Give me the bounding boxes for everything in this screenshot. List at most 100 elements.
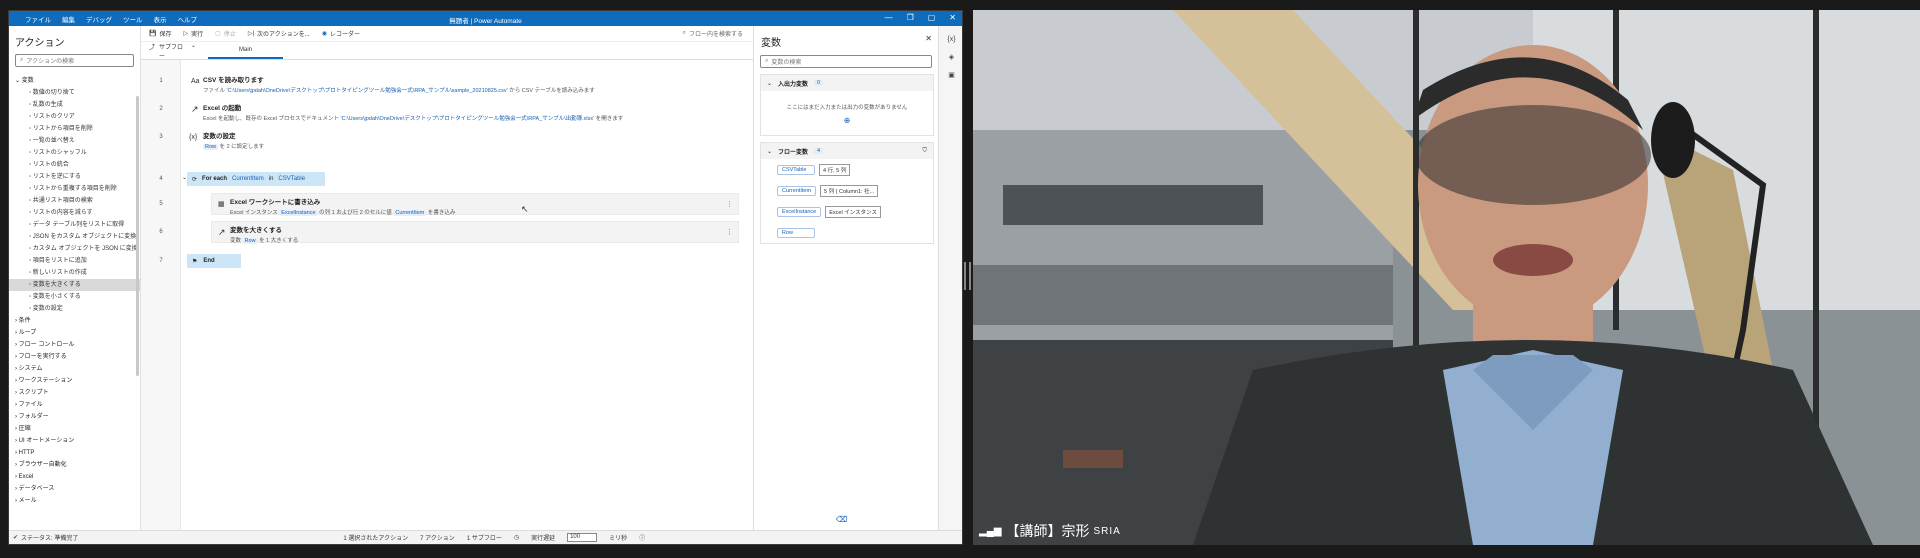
layers-icon[interactable]: ◈	[939, 53, 962, 61]
run-button[interactable]: ▷ 実行	[184, 29, 204, 38]
action-category[interactable]: › 圧縮	[9, 423, 140, 435]
actions-title: アクション	[15, 38, 65, 49]
stop-button[interactable]: ▢ 停止	[215, 29, 236, 38]
action-item[interactable]: 変数の設定	[9, 303, 140, 315]
action-category[interactable]: › Excel	[9, 471, 140, 483]
video-feed: ▂▄▆ 【講師】宗形 SRIA	[973, 10, 1920, 545]
variable-value: Excel インスタンス	[825, 205, 882, 218]
flow-variable-row[interactable]: Row	[761, 222, 933, 243]
eraser-icon[interactable]: ⌫	[836, 515, 847, 524]
action-end[interactable]: ⚑ End	[187, 254, 241, 268]
action-item[interactable]: リストのクリア	[9, 111, 140, 123]
category-label: ワークステーション	[18, 378, 73, 384]
menu-help[interactable]: ヘルプ	[178, 14, 198, 24]
action-category[interactable]: › ワークステーション	[9, 375, 140, 387]
io-variables-header[interactable]: ⌄ 入出力変数 0	[761, 75, 933, 91]
image-icon[interactable]: ▣	[939, 71, 962, 79]
actions-scrollbar[interactable]	[136, 96, 139, 376]
action-item[interactable]: リストの内容を減らす	[9, 207, 140, 219]
menu-edit[interactable]: 編集	[62, 14, 75, 24]
close-icon[interactable]: ✕	[949, 13, 956, 22]
io-empty-message: ここにはまだ入力または出力の変数がありません	[786, 105, 908, 111]
action-category[interactable]: › フォルダー	[9, 411, 140, 423]
chevron-down-icon: ⌄	[190, 42, 196, 49]
flow-variable-row[interactable]: CSVTable 4 行, 5 列	[761, 159, 933, 180]
action-category[interactable]: › データベース	[9, 483, 140, 495]
close-panel-icon[interactable]: ✕	[925, 34, 932, 43]
action-item[interactable]: 変数を大きくする	[9, 279, 140, 291]
maximize-icon[interactable]: ▢	[928, 13, 936, 22]
action-category[interactable]: › ループ	[9, 327, 140, 339]
menu-view[interactable]: 表示	[154, 14, 167, 24]
action-item[interactable]: JSON をカスタム オブジェクトに変換	[9, 231, 140, 243]
add-variable-icon[interactable]: ⊕	[761, 116, 933, 125]
category-variables[interactable]: ⌄ 変数	[9, 75, 140, 87]
action-launch-excel[interactable]: Excel の起動 Excel を起動し、既存の Excel プロセスでドキュメ…	[203, 102, 623, 122]
menu-tools[interactable]: ツール	[123, 14, 143, 24]
variables-panel: 変数 ✕ ⌕ 変数の検索 ⌄ 入出力変数 0 ここにはまだ入力または出力の変数が…	[753, 26, 938, 530]
variable-name[interactable]: Row	[777, 227, 815, 238]
action-category[interactable]: › フローを実行する	[9, 351, 140, 363]
flow-variables-header[interactable]: ⌄ フロー変数 4 ⛉	[761, 143, 933, 159]
action-category[interactable]: › フロー コントロール	[9, 339, 140, 351]
action-category[interactable]: › ブラウザー自動化	[9, 459, 140, 471]
pane-splitter[interactable]	[964, 262, 971, 290]
action-item[interactable]: 数値の切り捨て	[9, 87, 140, 99]
delay-input[interactable]: 100	[567, 533, 598, 542]
action-item[interactable]: リストの統合	[9, 159, 140, 171]
action-set-variable[interactable]: 変数の設定 Row を 2 に設定します	[203, 130, 264, 150]
recorder-button[interactable]: ◉ レコーダー	[322, 29, 360, 38]
action-category[interactable]: › UI オートメーション	[9, 435, 140, 447]
action-for-each[interactable]: ⟳ For each CurrentItem in CSVTable	[187, 172, 325, 186]
action-write-excel[interactable]: ▦ Excel ワークシートに書き込み Excel インスタンス ExcelIn…	[211, 193, 739, 216]
flow-search-input[interactable]: ⌕ フロー内を検索する	[683, 29, 743, 38]
action-category[interactable]: › スクリプト	[9, 387, 140, 399]
action-category[interactable]: › システム	[9, 363, 140, 375]
status-text: ステータス: 準備完了	[21, 536, 79, 542]
action-item[interactable]: 変数を小さくする	[9, 291, 140, 303]
save-button[interactable]: 💾 保存	[149, 29, 172, 38]
next-action-button[interactable]: ▷| 次のアクションを...	[248, 29, 310, 38]
category-label: HTTP	[18, 450, 35, 456]
more-options-icon[interactable]: ⋮	[726, 228, 733, 236]
actions-panel: アクション ⌕ アクションの検索 ⌄ 変数 数値の切り捨て乱数の生成リストのクリ…	[9, 26, 141, 530]
delay-label: 実行遅延	[531, 536, 556, 542]
variables-toggle-icon[interactable]: {x}	[939, 36, 962, 43]
variable-name[interactable]: ExcelInstance	[777, 206, 822, 217]
menu-file[interactable]: ファイル	[25, 14, 51, 24]
flow-variable-row[interactable]: ExcelInstance Excel インスタンス	[761, 201, 933, 222]
action-category[interactable]: › メール	[9, 495, 140, 507]
variable-name[interactable]: CurrentItem	[777, 185, 817, 196]
filter-icon[interactable]: ⛉	[922, 148, 927, 155]
stop-icon: ▢	[215, 31, 221, 37]
action-item[interactable]: データ テーブル列をリストに取得	[9, 219, 140, 231]
tab-main[interactable]: Main	[208, 43, 283, 59]
variables-search-input[interactable]: ⌕ 変数の検索	[760, 55, 932, 68]
actions-search-input[interactable]: ⌕ アクションの検索	[15, 54, 134, 67]
action-item[interactable]: リストのシャッフル	[9, 147, 140, 159]
action-item[interactable]: リストから項目を削除	[9, 123, 140, 135]
minimize-icon[interactable]: —	[885, 13, 893, 22]
subflow-dropdown[interactable]: ⤴ サブフロー ⌄	[141, 42, 196, 60]
action-increase-variable[interactable]: ↗ 変数を大きくする 変数 Row を 1 大きくする ⋮	[211, 221, 739, 244]
action-item[interactable]: 項目をリストに追加	[9, 255, 140, 267]
info-icon[interactable]: ⓘ	[639, 533, 645, 542]
category-label: 条件	[18, 318, 31, 324]
flow-variable-row[interactable]: CurrentItem 5 列 { Column1: 社...	[761, 180, 933, 201]
action-category[interactable]: › 条件	[9, 315, 140, 327]
action-category[interactable]: › HTTP	[9, 447, 140, 459]
action-read-csv[interactable]: CSV を読み取ります ファイル 'C:\Users\jpdah\OneDriv…	[203, 74, 595, 94]
action-item[interactable]: リストから重複する項目を削除	[9, 183, 140, 195]
action-item[interactable]: カスタム オブジェクトを JSON に変換	[9, 243, 140, 255]
variable-name[interactable]: CSVTable	[777, 164, 815, 175]
category-label: フロー コントロール	[18, 342, 75, 348]
action-category[interactable]: › ファイル	[9, 399, 140, 411]
action-item[interactable]: リストを逆にする	[9, 171, 140, 183]
more-options-icon[interactable]: ⋮	[726, 200, 733, 208]
action-item[interactable]: 一覧の並べ替え	[9, 135, 140, 147]
action-item[interactable]: 乱数の生成	[9, 99, 140, 111]
menu-debug[interactable]: デバッグ	[86, 14, 112, 24]
action-item[interactable]: 共通リスト項目の検索	[9, 195, 140, 207]
action-item[interactable]: 新しいリストの作成	[9, 267, 140, 279]
restore-icon[interactable]: ❐	[907, 13, 914, 22]
